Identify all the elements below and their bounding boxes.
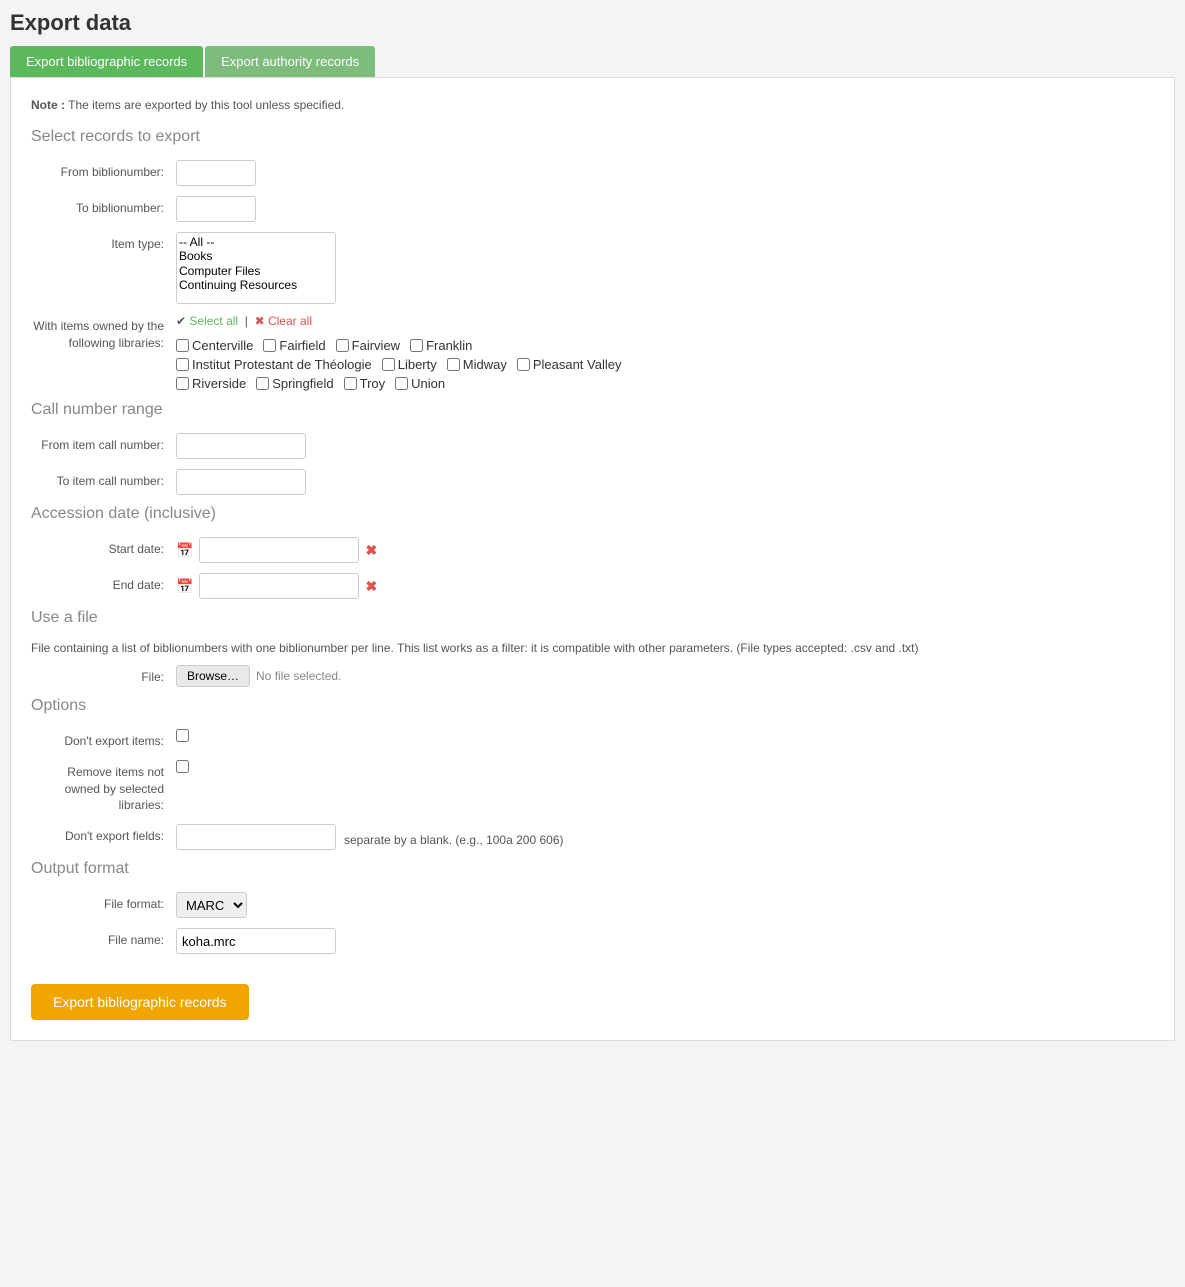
lib-springfield[interactable]: Springfield	[256, 376, 333, 391]
select-all-bar: ✔ Select all | ✖ Clear all	[176, 314, 621, 328]
section-accession-date: Accession date (inclusive)	[31, 505, 1154, 523]
clear-icon: ✖	[255, 314, 265, 328]
to-biblionumber-group: To biblionumber:	[31, 196, 1154, 222]
section-use-file: Use a file	[31, 609, 1154, 627]
remove-items-group: Remove items not owned by selected libra…	[31, 760, 1154, 814]
start-date-input[interactable]	[199, 537, 359, 563]
lib-union[interactable]: Union	[395, 376, 445, 391]
browse-button[interactable]: Browse…	[176, 665, 250, 687]
from-biblionumber-label: From biblionumber:	[31, 160, 176, 181]
from-call-input[interactable]	[176, 433, 306, 459]
export-bibliographic-button[interactable]: Export bibliographic records	[31, 984, 249, 1020]
end-date-input[interactable]	[199, 573, 359, 599]
item-type-option-all: -- All --	[179, 235, 333, 249]
file-description: File containing a list of biblionumbers …	[31, 641, 1154, 655]
dont-export-fields-input[interactable]	[176, 824, 336, 850]
note-text: The items are exported by this tool unle…	[68, 98, 344, 112]
item-type-option-continuing-resources: Continuing Resources	[179, 278, 333, 292]
tab-bibliographic[interactable]: Export bibliographic records	[10, 46, 203, 77]
to-call-input[interactable]	[176, 469, 306, 495]
end-date-group: End date: 📅 ✖	[31, 573, 1154, 599]
lib-institut[interactable]: Institut Protestant de Théologie	[176, 357, 372, 372]
end-date-clear-icon[interactable]: ✖	[365, 578, 377, 595]
file-label: File:	[31, 665, 176, 686]
file-name-label: File name:	[31, 928, 176, 949]
lib-fairview[interactable]: Fairview	[336, 338, 400, 353]
libraries-field: ✔ Select all | ✖ Clear all Centerville F…	[176, 314, 621, 391]
note-bar: Note : The items are exported by this to…	[31, 98, 1154, 112]
page-title: Export data	[10, 10, 1175, 36]
section-select-records: Select records to export	[31, 128, 1154, 146]
lib-franklin[interactable]: Franklin	[410, 338, 472, 353]
lib-pleasant-valley[interactable]: Pleasant Valley	[517, 357, 622, 372]
section-call-number: Call number range	[31, 401, 1154, 419]
dont-export-items-group: Don't export items:	[31, 729, 1154, 750]
select-all-link[interactable]: Select all	[189, 314, 238, 328]
dont-export-items-checkbox[interactable]	[176, 729, 189, 742]
to-biblionumber-input[interactable]	[176, 196, 256, 222]
checkmark-icon: ✔	[176, 314, 186, 328]
tab-bar: Export bibliographic records Export auth…	[10, 46, 1175, 77]
checkbox-row-1: Centerville Fairfield Fairview Franklin	[176, 338, 621, 353]
file-format-select[interactable]: MARC CSV	[176, 892, 247, 918]
from-call-label: From item call number:	[31, 433, 176, 454]
dont-export-items-label: Don't export items:	[31, 729, 176, 750]
end-date-row: 📅 ✖	[176, 573, 377, 599]
start-date-row: 📅 ✖	[176, 537, 377, 563]
lib-liberty[interactable]: Liberty	[382, 357, 437, 372]
clear-all-link[interactable]: Clear all	[268, 314, 312, 328]
remove-items-checkbox[interactable]	[176, 760, 189, 773]
from-biblionumber-input[interactable]	[176, 160, 256, 186]
to-call-label: To item call number:	[31, 469, 176, 490]
checkbox-row-2: Institut Protestant de Théologie Liberty…	[176, 357, 621, 372]
end-date-label: End date:	[31, 573, 176, 594]
lib-troy[interactable]: Troy	[344, 376, 386, 391]
to-biblionumber-label: To biblionumber:	[31, 196, 176, 217]
item-type-group: Item type: -- All -- Books Computer File…	[31, 232, 1154, 304]
start-date-cal-icon[interactable]: 📅	[176, 542, 193, 559]
lib-midway[interactable]: Midway	[447, 357, 507, 372]
checkbox-row-3: Riverside Springfield Troy Union	[176, 376, 621, 391]
file-format-group: File format: MARC CSV	[31, 892, 1154, 918]
no-file-text: No file selected.	[256, 669, 341, 683]
fields-hint: separate by a blank. (e.g., 100a 200 606…	[344, 828, 564, 847]
end-date-cal-icon[interactable]: 📅	[176, 578, 193, 595]
section-options: Options	[31, 697, 1154, 715]
lib-riverside[interactable]: Riverside	[176, 376, 246, 391]
file-name-input[interactable]	[176, 928, 336, 954]
remove-items-label: Remove items not owned by selected libra…	[31, 760, 176, 814]
libraries-group: With items owned by the following librar…	[31, 314, 1154, 391]
tab-authority[interactable]: Export authority records	[205, 46, 375, 77]
start-date-label: Start date:	[31, 537, 176, 558]
item-type-option-computer-files: Computer Files	[179, 264, 333, 278]
start-date-group: Start date: 📅 ✖	[31, 537, 1154, 563]
checkboxes-grid: Centerville Fairfield Fairview Franklin …	[176, 338, 621, 391]
start-date-clear-icon[interactable]: ✖	[365, 542, 377, 559]
libraries-label: With items owned by the following librar…	[31, 314, 176, 352]
lib-fairfield[interactable]: Fairfield	[263, 338, 325, 353]
section-output-format: Output format	[31, 860, 1154, 878]
from-biblionumber-group: From biblionumber:	[31, 160, 1154, 186]
dont-export-fields-group: Don't export fields: separate by a blank…	[31, 824, 1154, 850]
main-panel: Note : The items are exported by this to…	[10, 77, 1175, 1041]
from-call-group: From item call number:	[31, 433, 1154, 459]
dont-export-fields-label: Don't export fields:	[31, 824, 176, 845]
file-input-row: Browse… No file selected.	[176, 665, 341, 687]
fields-row: separate by a blank. (e.g., 100a 200 606…	[176, 824, 564, 850]
item-type-label: Item type:	[31, 232, 176, 253]
item-type-option-books: Books	[179, 249, 333, 263]
file-format-label: File format:	[31, 892, 176, 913]
file-group: File: Browse… No file selected.	[31, 665, 1154, 687]
file-name-group: File name:	[31, 928, 1154, 954]
item-type-select[interactable]: -- All -- Books Computer Files Continuin…	[176, 232, 336, 304]
lib-centerville[interactable]: Centerville	[176, 338, 253, 353]
to-call-group: To item call number:	[31, 469, 1154, 495]
